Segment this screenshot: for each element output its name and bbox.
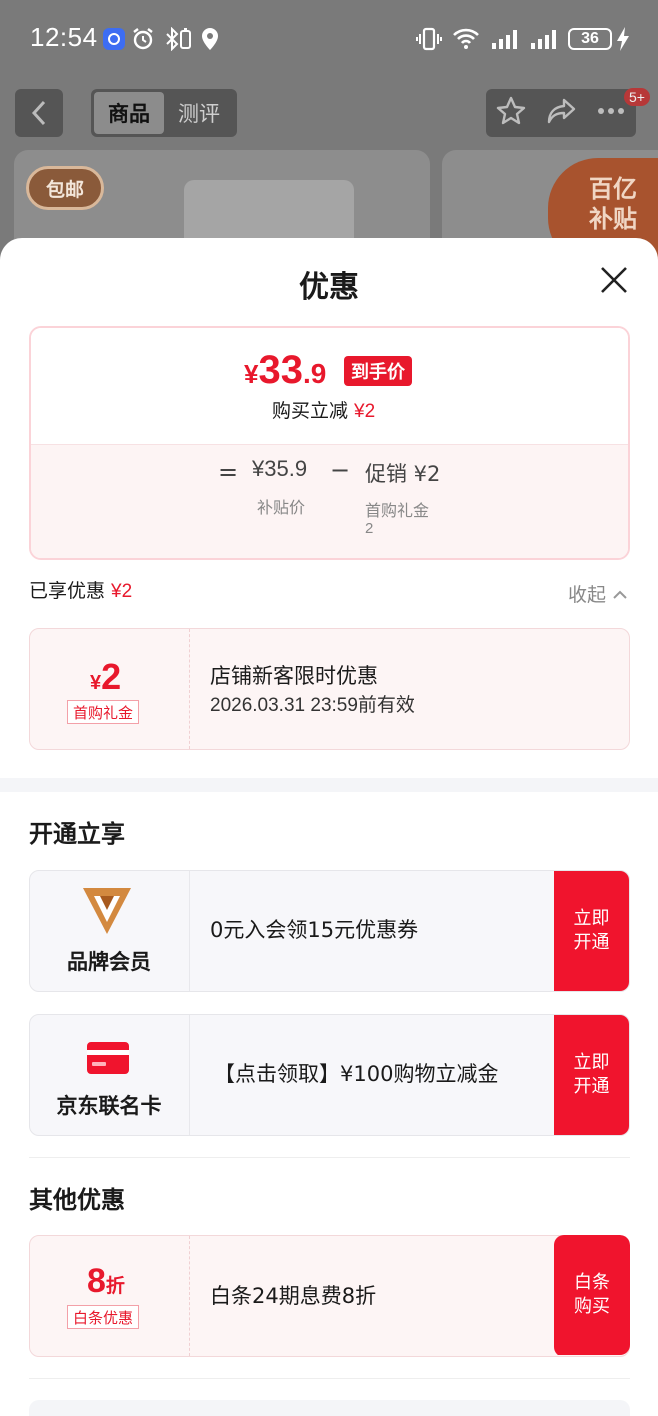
baitiao-discount-unit: 折 bbox=[105, 1275, 125, 1297]
chevron-left-icon bbox=[31, 100, 46, 126]
tab-product[interactable]: 商品 bbox=[94, 92, 164, 134]
baitiao-discount-value: 8 bbox=[87, 1262, 106, 1300]
price-summary bbox=[31, 328, 628, 444]
signal-1-icon bbox=[490, 26, 520, 52]
jd-card-text: 【点击领取】¥100购物立减金 bbox=[214, 1062, 499, 1086]
section-divider bbox=[0, 778, 658, 792]
baitiao-tag: 白条优惠 bbox=[67, 1305, 140, 1329]
battery-indicator: 36 bbox=[568, 28, 612, 50]
subsidy-price-label: 补贴价 bbox=[257, 498, 306, 517]
enjoyed-label: 已享优惠 bbox=[29, 580, 106, 602]
header-actions bbox=[486, 89, 636, 137]
subsidy-promo-line1: 百亿 bbox=[589, 175, 637, 203]
credit-card-icon bbox=[86, 1040, 130, 1080]
coupon-tag: 首购礼金 bbox=[67, 700, 140, 724]
message-badge: 5+ bbox=[624, 88, 650, 106]
view-tabs: 商品 测评 bbox=[91, 89, 237, 137]
app-notification-icon bbox=[102, 26, 126, 52]
vibrate-icon bbox=[416, 26, 442, 52]
reduce-label: 购买立减 bbox=[272, 400, 349, 422]
status-time: 12:54 bbox=[30, 22, 98, 52]
instant-reduction: 购买立减 ¥2 bbox=[272, 396, 375, 423]
wifi-icon bbox=[452, 26, 480, 52]
final-price-tag: 到手价 bbox=[344, 356, 412, 386]
jd-card-open-button[interactable]: 立即 开通 bbox=[554, 1015, 629, 1135]
price-breakdown-card bbox=[29, 326, 630, 560]
open-section-title: 开通立享 bbox=[29, 820, 125, 848]
brand-member-open-button[interactable]: 立即 开通 bbox=[554, 871, 629, 991]
promotion-item-value: 2 bbox=[365, 520, 374, 537]
divider-line bbox=[29, 1378, 630, 1379]
charging-icon bbox=[616, 26, 630, 56]
coupon-validity: 2026.03.31 23:59前有效 bbox=[210, 695, 415, 716]
collapse-label: 收起 bbox=[568, 584, 607, 606]
enjoyed-amount: ¥2 bbox=[111, 581, 133, 602]
final-price-integer: 33 bbox=[258, 348, 303, 392]
baitiao-button-wrap: 白条 购买 bbox=[554, 1235, 630, 1357]
equals-sign: = bbox=[218, 458, 239, 486]
tab-review[interactable]: 测评 bbox=[164, 92, 234, 134]
free-shipping-tag: 包邮 bbox=[26, 166, 104, 210]
coupon-amount: ¥2 bbox=[90, 656, 121, 698]
collapse-button[interactable]: 收起 bbox=[568, 580, 628, 607]
promotion-amount: 促销 ¥2 bbox=[365, 462, 441, 486]
coupon-currency: ¥ bbox=[90, 672, 102, 694]
brand-member-text: 0元入会领15元优惠券 bbox=[210, 918, 419, 942]
back-button[interactable] bbox=[15, 89, 63, 137]
brand-member-button-label: 立即 开通 bbox=[573, 908, 610, 953]
final-price: ¥33.9 bbox=[244, 348, 326, 393]
location-icon bbox=[200, 26, 220, 52]
next-section-card bbox=[29, 1400, 630, 1416]
star-icon[interactable] bbox=[495, 95, 527, 131]
close-button[interactable] bbox=[596, 262, 632, 298]
status-bar: 12:54 36 bbox=[0, 0, 658, 80]
subsidy-price: ¥35.9 bbox=[252, 456, 308, 481]
chevron-up-icon bbox=[613, 590, 627, 599]
alarm-icon bbox=[131, 26, 155, 52]
share-icon[interactable] bbox=[545, 95, 577, 131]
coupon-amount-value: 2 bbox=[101, 656, 122, 697]
coupon-title: 店铺新客限时优惠 bbox=[210, 664, 378, 688]
final-price-currency: ¥ bbox=[244, 359, 259, 389]
more-icon[interactable] bbox=[595, 95, 627, 131]
enjoyed-discount: 已享优惠 ¥2 bbox=[29, 576, 132, 603]
bluetooth-battery-icon bbox=[164, 26, 194, 52]
baitiao-buy-button[interactable]: 白条 购买 bbox=[554, 1235, 630, 1355]
divider-line bbox=[29, 1157, 630, 1158]
baitiao-text: 白条24期息费8折 bbox=[210, 1284, 377, 1308]
reduce-amount: ¥2 bbox=[354, 401, 376, 422]
brand-member-name: 品牌会员 bbox=[67, 950, 151, 974]
baitiao-button-label: 白条 购买 bbox=[574, 1272, 610, 1317]
sheet-title: 优惠 bbox=[299, 270, 359, 305]
brand-v-icon bbox=[82, 886, 132, 940]
jd-card-button-label: 立即 开通 bbox=[573, 1052, 610, 1097]
subsidy-promo-line2: 补贴 bbox=[589, 205, 637, 233]
final-price-decimal: .9 bbox=[302, 358, 327, 389]
close-icon bbox=[601, 267, 627, 293]
jd-card-name: 京东联名卡 bbox=[56, 1094, 162, 1118]
minus-sign: − bbox=[330, 456, 351, 484]
signal-2-icon bbox=[529, 26, 559, 52]
baitiao-discount: 8折 bbox=[87, 1262, 125, 1301]
promotion-item-label: 首购礼金 bbox=[365, 501, 430, 520]
other-section-title: 其他优惠 bbox=[29, 1186, 125, 1214]
